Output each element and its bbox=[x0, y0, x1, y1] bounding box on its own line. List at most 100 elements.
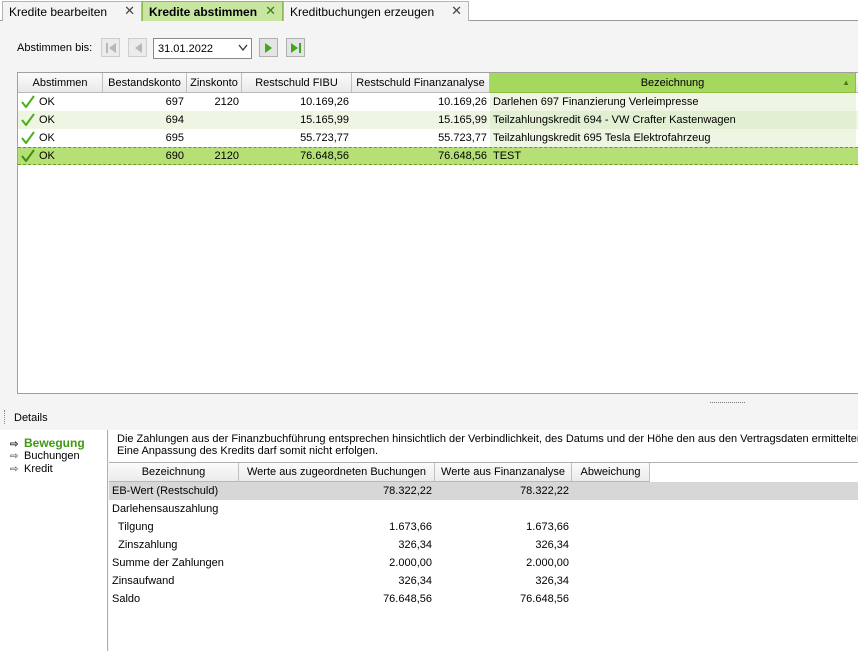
abweichung-cell bbox=[572, 500, 650, 518]
abweichung-cell bbox=[572, 590, 650, 608]
column-header-bezeichnung[interactable]: Bezeichnung bbox=[109, 463, 239, 482]
buchungen-cell: 78.322,22 bbox=[383, 485, 432, 497]
zinskonto-cell: 2120 bbox=[214, 96, 239, 108]
abweichung-cell bbox=[572, 536, 650, 554]
info-text: Die Zahlungen aus der Finanzbuchführung … bbox=[117, 433, 858, 457]
buchungen-cell: 2.000,00 bbox=[389, 557, 432, 569]
movement-grid: Bezeichnung Werte aus zugeordneten Buchu… bbox=[109, 462, 858, 651]
nav-item-bewegung[interactable]: ⇨ Bewegung bbox=[10, 436, 85, 450]
restschuld-fa-cell: 15.165,99 bbox=[438, 114, 487, 126]
bezeichnung-cell: TEST bbox=[493, 150, 522, 162]
buchungen-cell: 1.673,66 bbox=[389, 521, 432, 533]
finanzanalyse-cell: 76.648,56 bbox=[520, 593, 569, 605]
status-cell: OK bbox=[18, 129, 103, 147]
column-header-abweichung[interactable]: Abweichung bbox=[572, 463, 650, 482]
column-header-abstimmen[interactable]: Abstimmen bbox=[18, 73, 103, 93]
close-icon[interactable]: ✕ bbox=[265, 3, 276, 19]
column-header-restschuld-fibu[interactable]: Restschuld FIBU bbox=[242, 73, 352, 93]
checkmark-icon bbox=[21, 131, 35, 144]
checkmark-icon bbox=[21, 113, 35, 126]
finanzanalyse-cell: 1.673,66 bbox=[526, 521, 569, 533]
tab-kredite-bearbeiten[interactable]: Kredite bearbeiten ✕ bbox=[2, 1, 142, 21]
status-text: OK bbox=[39, 132, 55, 144]
tab-kredite-abstimmen[interactable]: Kredite abstimmen ✕ bbox=[142, 1, 283, 21]
column-header-label: Bezeichnung bbox=[640, 77, 705, 89]
abweichung-cell bbox=[572, 572, 650, 590]
bestandskonto-cell: 697 bbox=[165, 96, 184, 108]
table-row[interactable]: Summe der Zahlungen 2.000,00 2.000,00 bbox=[109, 554, 858, 572]
details-title: Details bbox=[14, 412, 48, 424]
column-header-restschuld-finanzanalyse[interactable]: Restschuld Finanzanalyse bbox=[352, 73, 490, 93]
bestandskonto-cell: 694 bbox=[165, 114, 184, 126]
nav-item-kredit[interactable]: ⇨ Kredit bbox=[10, 463, 53, 475]
table-row[interactable]: OK 694 15.165,99 15.165,99 Teilzahlungsk… bbox=[18, 111, 858, 129]
bezeichnung-cell: Zinsaufwand bbox=[112, 575, 175, 587]
nav-first-icon bbox=[106, 43, 116, 53]
buchungen-cell: 326,34 bbox=[398, 575, 432, 587]
restschuld-fa-cell: 55.723,77 bbox=[438, 132, 487, 144]
abstimmen-bis-label: Abstimmen bis: bbox=[17, 42, 93, 54]
panel-grip bbox=[4, 410, 6, 424]
restschuld-fibu-cell: 10.169,26 bbox=[300, 96, 349, 108]
restschuld-fibu-cell: 76.648,56 bbox=[300, 150, 349, 162]
finanzanalyse-cell: 78.322,22 bbox=[520, 485, 569, 497]
table-row[interactable]: EB-Wert (Restschuld) 78.322,22 78.322,22 bbox=[109, 482, 858, 500]
close-icon[interactable]: ✕ bbox=[451, 3, 462, 19]
date-value: 31.01.2022 bbox=[158, 43, 214, 55]
nav-prev-icon bbox=[135, 43, 142, 53]
nav-next-button[interactable] bbox=[259, 38, 278, 57]
nav-first-button[interactable] bbox=[101, 38, 120, 57]
column-header-werte-buchungen[interactable]: Werte aus zugeordneten Buchungen bbox=[239, 463, 435, 482]
nav-item-label: Buchungen bbox=[24, 450, 80, 462]
table-row[interactable]: Tilgung 1.673,66 1.673,66 bbox=[109, 518, 858, 536]
table-row[interactable]: Saldo 76.648,56 76.648,56 bbox=[109, 590, 858, 608]
column-header-zinskonto[interactable]: Zinskonto bbox=[187, 73, 242, 93]
nav-prev-button[interactable] bbox=[128, 38, 147, 57]
nav-item-label: Bewegung bbox=[24, 436, 85, 450]
table-row[interactable]: Zinszahlung 326,34 326,34 bbox=[109, 536, 858, 554]
status-text: OK bbox=[39, 114, 55, 126]
bezeichnung-cell: Darlehensauszahlung bbox=[112, 503, 219, 515]
abweichung-cell bbox=[572, 554, 650, 572]
bezeichnung-cell: EB-Wert (Restschuld) bbox=[112, 485, 219, 497]
date-select[interactable]: 31.01.2022 bbox=[153, 38, 252, 59]
bezeichnung-cell: Zinszahlung bbox=[112, 539, 178, 551]
nav-last-button[interactable] bbox=[286, 38, 305, 57]
status-text: OK bbox=[39, 150, 55, 162]
column-header-werte-finanzanalyse[interactable]: Werte aus Finanzanalyse bbox=[435, 463, 572, 482]
tab-bar: Kredite bearbeiten ✕ Kredite abstimmen ✕… bbox=[0, 0, 858, 21]
column-header-bestandskonto[interactable]: Bestandskonto bbox=[103, 73, 187, 93]
checkmark-icon bbox=[21, 149, 35, 162]
sort-ascending-icon: ▲ bbox=[842, 78, 850, 87]
tab-label: Kredite bearbeiten bbox=[9, 5, 108, 19]
restschuld-fa-cell: 76.648,56 bbox=[438, 150, 487, 162]
bezeichnung-cell: Summe der Zahlungen bbox=[112, 557, 224, 569]
splitter-grip[interactable] bbox=[710, 402, 745, 404]
column-header-bezeichnung[interactable]: Bezeichnung ▲ bbox=[490, 73, 856, 93]
status-cell: OK bbox=[18, 147, 103, 165]
abweichung-cell bbox=[572, 482, 650, 500]
table-row[interactable]: OK 697 2120 10.169,26 10.169,26 Darlehen… bbox=[18, 93, 858, 111]
status-cell: OK bbox=[18, 93, 103, 111]
restschuld-fibu-cell: 15.165,99 bbox=[300, 114, 349, 126]
chevron-down-icon bbox=[238, 44, 248, 52]
table-row[interactable]: Darlehensauszahlung bbox=[109, 500, 858, 518]
arrow-right-icon: ⇨ bbox=[10, 451, 19, 462]
bezeichnung-cell: Saldo bbox=[112, 593, 141, 605]
table-row[interactable]: OK 695 55.723,77 55.723,77 Teilzahlungsk… bbox=[18, 129, 858, 147]
tab-label: Kredite abstimmen bbox=[149, 5, 258, 19]
zinskonto-cell bbox=[187, 129, 242, 147]
close-icon[interactable]: ✕ bbox=[124, 3, 135, 19]
arrow-right-icon: ⇨ bbox=[10, 464, 19, 475]
buchungen-cell bbox=[239, 500, 435, 518]
nav-last-icon bbox=[291, 43, 301, 53]
table-row-selected[interactable]: OK 690 2120 76.648,56 76.648,56 TEST bbox=[18, 147, 858, 165]
nav-next-icon bbox=[265, 43, 272, 53]
table-row[interactable]: Zinsaufwand 326,34 326,34 bbox=[109, 572, 858, 590]
abweichung-cell bbox=[572, 518, 650, 536]
nav-item-buchungen[interactable]: ⇨ Buchungen bbox=[10, 450, 80, 462]
restschuld-fibu-cell: 55.723,77 bbox=[300, 132, 349, 144]
tab-kreditbuchungen-erzeugen[interactable]: Kreditbuchungen erzeugen ✕ bbox=[283, 1, 469, 21]
finanzanalyse-cell: 2.000,00 bbox=[526, 557, 569, 569]
bestandskonto-cell: 690 bbox=[165, 150, 184, 162]
